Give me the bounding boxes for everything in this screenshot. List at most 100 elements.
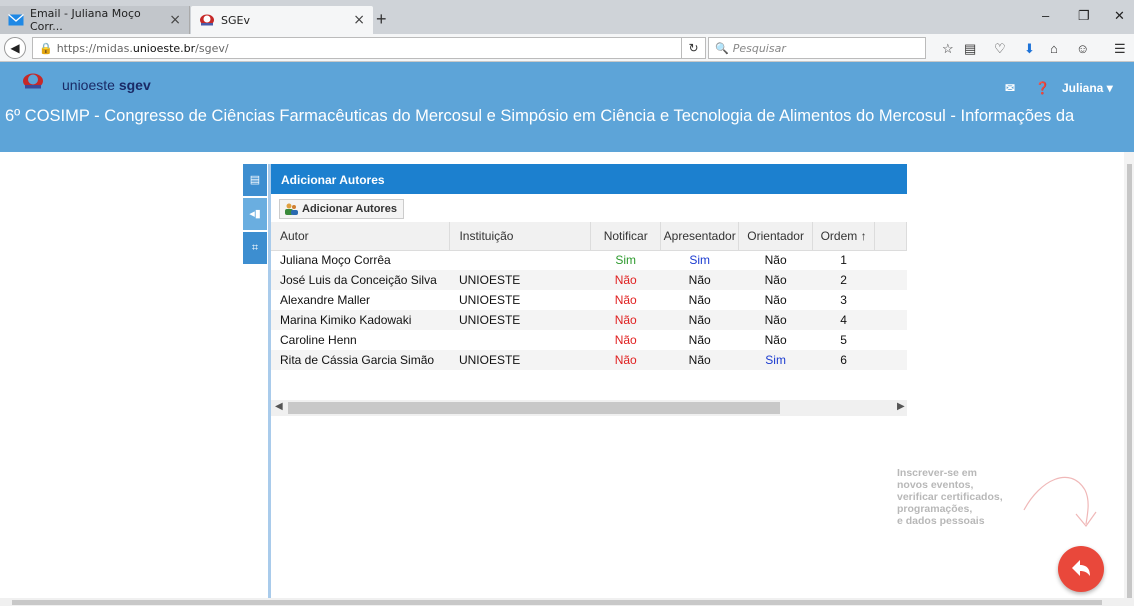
cell-orientador[interactable]: Não bbox=[739, 250, 813, 270]
reload-icon[interactable]: ↻ bbox=[682, 37, 706, 59]
table-horizontal-scrollbar[interactable]: ◀ ▶ bbox=[271, 400, 907, 416]
column-header-empty bbox=[874, 222, 907, 251]
home-icon[interactable]: ⌂ bbox=[1050, 41, 1058, 56]
cell-autor: Caroline Henn bbox=[280, 333, 357, 347]
page-vertical-scrollbar[interactable] bbox=[1124, 152, 1134, 604]
cell-empty bbox=[874, 350, 907, 370]
hint-line: programações, bbox=[897, 503, 973, 515]
cell-ordem: 1 bbox=[840, 253, 847, 268]
table-row[interactable]: Juliana Moço Corrêa Sim Sim Não 1 bbox=[271, 250, 907, 270]
url-prefix: https://midas. bbox=[56, 41, 133, 55]
column-header-orientador[interactable]: Orientador bbox=[738, 222, 814, 251]
user-area-fab-button[interactable] bbox=[1058, 546, 1104, 592]
cell-apresentador[interactable]: Não bbox=[661, 330, 739, 350]
cell-notificar[interactable]: Não bbox=[590, 310, 661, 330]
unioeste-logo bbox=[22, 73, 44, 89]
cell-empty bbox=[875, 290, 907, 310]
cell-apresentador[interactable]: Não bbox=[660, 310, 739, 330]
cell-notificar[interactable]: Sim bbox=[591, 250, 661, 270]
cell-empty bbox=[875, 330, 907, 350]
scrollbar-thumb[interactable] bbox=[1127, 164, 1132, 604]
column-header-apresentador[interactable]: Apresentador bbox=[660, 222, 740, 251]
cell-notificar[interactable]: Não bbox=[590, 350, 661, 370]
table-row[interactable]: Alexandre Maller UNIOESTE Não Não Não 3 bbox=[271, 290, 907, 310]
column-header-ordem[interactable]: Ordem ↑ bbox=[812, 222, 876, 251]
table-row[interactable]: Marina Kimiko Kadowaki UNIOESTE Não Não … bbox=[271, 310, 907, 330]
cell-apresentador[interactable]: Não bbox=[661, 290, 739, 310]
curved-arrow-icon bbox=[1023, 477, 1097, 527]
hint-line: Inscrever-se em bbox=[897, 467, 977, 479]
cell-orientador[interactable]: Não bbox=[738, 310, 813, 330]
column-header-instituicao[interactable]: Instituição bbox=[449, 222, 592, 251]
cell-orientador[interactable]: Não bbox=[739, 330, 813, 350]
menu-icon[interactable]: ☰ bbox=[1114, 41, 1126, 57]
tab-label: Email - Juliana Moço Corr... bbox=[30, 7, 141, 33]
cell-apresentador[interactable]: Não bbox=[660, 350, 739, 370]
url-domain: unioeste.br bbox=[132, 41, 196, 55]
cell-empty bbox=[874, 270, 907, 290]
authors-table: Autor Instituição Notificar Apresentador… bbox=[271, 222, 907, 400]
cell-ordem: 6 bbox=[812, 350, 875, 370]
table-row[interactable]: Rita de Cássia Garcia Simão UNIOESTE Não… bbox=[271, 350, 907, 370]
cell-apresentador[interactable]: Não bbox=[660, 270, 739, 290]
scrollbar-thumb[interactable] bbox=[288, 402, 780, 414]
table-row[interactable]: Caroline Henn Não Não Não 5 bbox=[271, 330, 907, 350]
cell-instituicao: UNIOESTE bbox=[458, 293, 521, 307]
side-button-attach-icon[interactable]: ⌗ bbox=[243, 232, 267, 264]
lock-icon: 🔒 bbox=[39, 41, 53, 55]
url-bar[interactable]: 🔒 https://midas. unioeste.br/sgev/ bbox=[32, 37, 682, 59]
browser-nav-bar: ◀ 🔒 https://midas. unioeste.br/sgev/ ↻ 🔍 … bbox=[0, 34, 1134, 62]
pocket-icon[interactable]: ♡ bbox=[994, 41, 1006, 57]
page-horizontal-scrollbar[interactable] bbox=[0, 598, 1134, 606]
cell-autor: José Luis da Conceição Silva bbox=[271, 270, 450, 290]
cell-instituicao bbox=[450, 330, 591, 350]
back-arrow-icon[interactable]: ◀ bbox=[4, 37, 26, 59]
download-icon[interactable]: ⬇ bbox=[1024, 41, 1035, 57]
close-window-button[interactable]: ✕ bbox=[1114, 8, 1125, 24]
cell-empty bbox=[875, 250, 907, 270]
reading-list-icon[interactable]: ▤ bbox=[964, 41, 976, 57]
cell-orientador[interactable]: Não bbox=[738, 270, 813, 290]
tab-email[interactable]: Email - Juliana Moço Corr... × bbox=[0, 6, 190, 34]
cell-instituicao: UNIOESTE bbox=[449, 350, 591, 370]
table-row[interactable]: José Luis da Conceição Silva UNIOESTE Nã… bbox=[271, 270, 907, 290]
event-title: 6º COSIMP - Congresso de Ciências Farmac… bbox=[5, 107, 1075, 125]
cell-autor: Alexandre Maller bbox=[280, 293, 371, 307]
side-button-list-icon[interactable]: ▤ bbox=[243, 164, 267, 196]
brand-app: sgev bbox=[118, 77, 151, 93]
brand-title[interactable]: unioeste sgev bbox=[62, 77, 151, 93]
scroll-right-icon[interactable]: ▶ bbox=[897, 401, 905, 412]
browser-search-input[interactable]: 🔍 Pesquisar bbox=[708, 37, 926, 59]
cell-instituicao bbox=[450, 250, 591, 270]
url-suffix: /sgev/ bbox=[195, 41, 229, 55]
cell-notificar[interactable]: Não bbox=[591, 330, 661, 350]
maximize-button[interactable]: ❐ bbox=[1078, 8, 1090, 24]
sync-icon[interactable]: ☺ bbox=[1076, 41, 1089, 56]
star-bookmark-icon[interactable]: ☆ bbox=[942, 41, 954, 57]
cell-ordem: 3 bbox=[840, 293, 847, 307]
envelope-icon[interactable]: ✉ bbox=[1005, 81, 1015, 95]
user-name: Juliana bbox=[1062, 81, 1104, 95]
cell-notificar[interactable]: Não bbox=[591, 290, 661, 310]
scroll-left-icon[interactable]: ◀ bbox=[275, 401, 283, 412]
close-tab-icon[interactable]: × bbox=[169, 12, 181, 28]
cell-ordem: 4 bbox=[812, 310, 875, 330]
column-header-notificar[interactable]: Notificar bbox=[590, 222, 662, 251]
minimize-button[interactable]: – bbox=[1042, 8, 1049, 23]
help-icon[interactable]: ❓ bbox=[1035, 81, 1050, 95]
side-button-authors-icon[interactable]: ◂▮ bbox=[243, 198, 267, 230]
scrollbar-thumb[interactable] bbox=[12, 600, 1102, 605]
new-tab-button[interactable]: + bbox=[376, 9, 387, 30]
user-menu[interactable]: Juliana ▾ bbox=[1062, 81, 1113, 95]
close-tab-icon[interactable]: × bbox=[353, 12, 365, 28]
add-authors-button[interactable]: Adicionar Autores bbox=[279, 199, 404, 219]
tab-sgev[interactable]: SGEv × bbox=[191, 6, 373, 34]
cell-orientador[interactable]: Não bbox=[739, 290, 813, 310]
cell-ordem: 5 bbox=[840, 333, 847, 347]
cell-notificar[interactable]: Não bbox=[590, 270, 661, 290]
panel-title: Adicionar Autores bbox=[271, 164, 907, 194]
column-header-autor[interactable]: Autor bbox=[271, 222, 451, 251]
browser-tab-bar: Email - Juliana Moço Corr... × SGEv × + … bbox=[0, 0, 1134, 34]
cell-orientador[interactable]: Sim bbox=[738, 350, 813, 370]
cell-apresentador[interactable]: Sim bbox=[661, 250, 739, 270]
